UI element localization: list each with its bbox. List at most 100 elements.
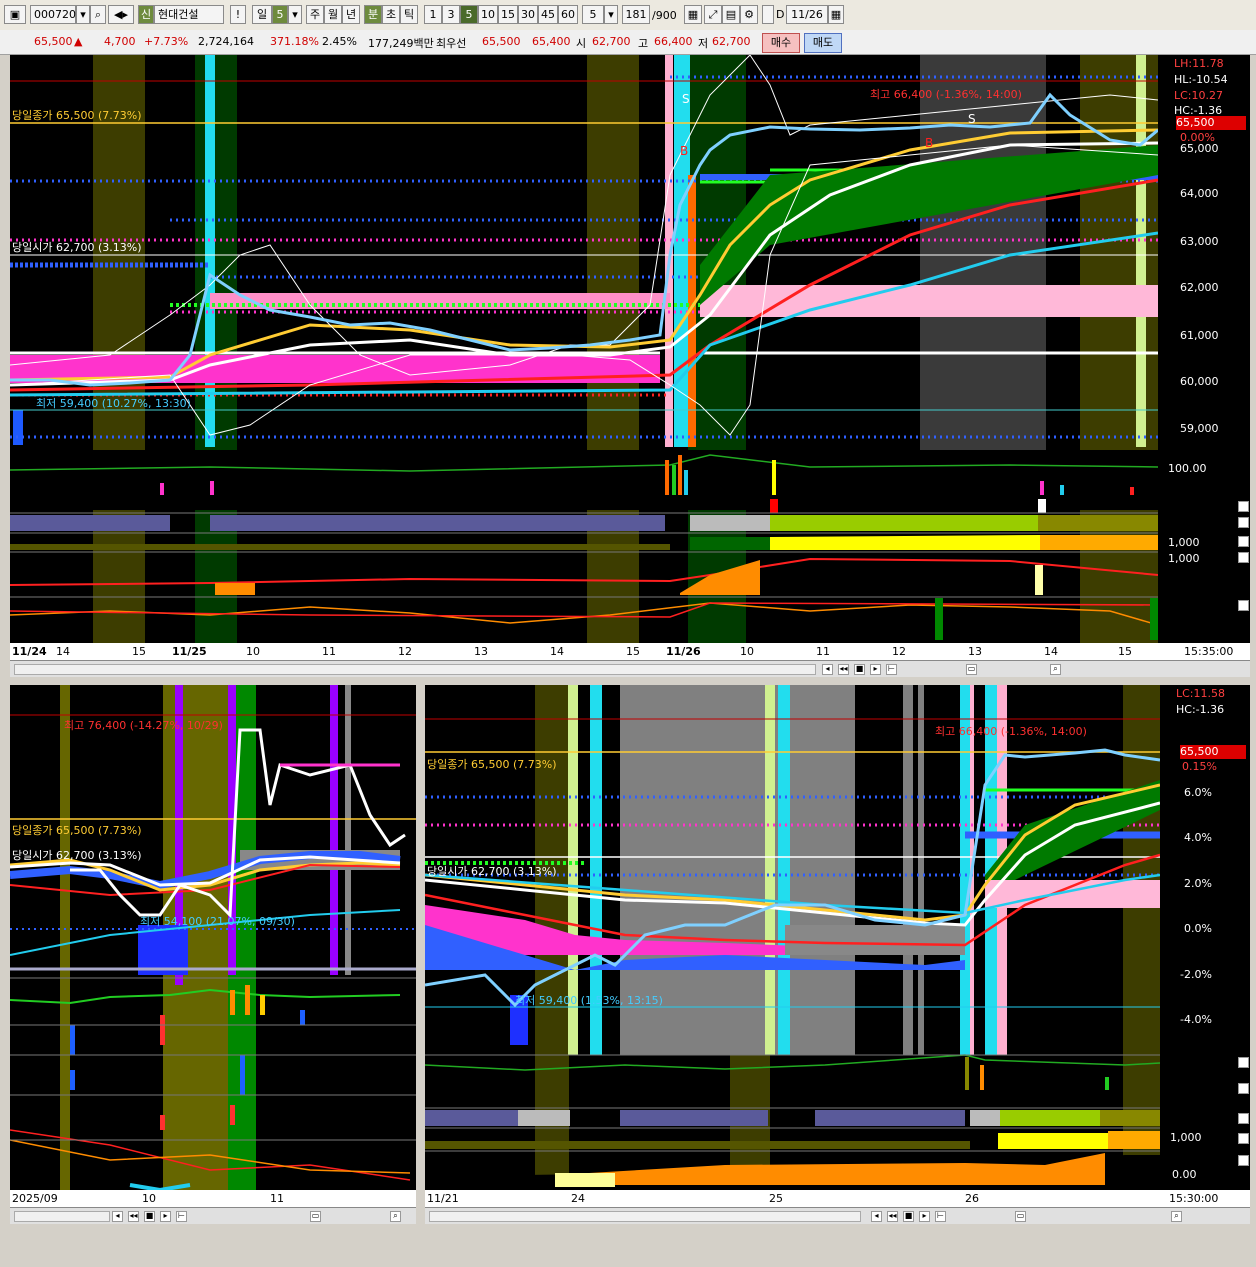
stop-icon[interactable]: ■	[144, 1211, 155, 1222]
close-pane-icon[interactable]: ×	[1238, 1155, 1249, 1166]
x-label: 25	[769, 1192, 783, 1205]
x-label: 11/26	[666, 645, 701, 658]
calendar-icon[interactable]: ▦	[828, 5, 844, 24]
tab-weekly[interactable]: 주	[306, 5, 324, 24]
date-input[interactable]: 11/26	[786, 5, 828, 24]
close-pane-icon[interactable]: ×	[1238, 536, 1249, 547]
count-input[interactable]: 181	[622, 5, 650, 24]
gear-icon[interactable]: ⚙	[740, 5, 758, 24]
interval-1[interactable]: 1	[424, 5, 442, 24]
intraday-scrollbar[interactable]	[429, 1211, 861, 1222]
info-lc: LC:10.27	[1174, 89, 1224, 102]
daily-chart[interactable]: 최고 76,400 (-14.27%, 10/29) 당일종가 65,500 (…	[10, 685, 416, 1190]
sub-tick: 1,000	[1170, 1131, 1202, 1144]
rewind-icon[interactable]: ◂◂	[128, 1211, 139, 1222]
save-icon[interactable]: ▤	[722, 5, 740, 24]
draw-icon[interactable]: ⤢	[704, 5, 722, 24]
daily-scrollbar[interactable]	[14, 1211, 110, 1222]
turnover: 2.45%	[322, 35, 357, 48]
zoom-slider[interactable]: ⊢	[935, 1211, 946, 1222]
scroll-left-icon[interactable]: ◂	[112, 1211, 123, 1222]
layout-icon[interactable]: ▭	[1015, 1211, 1026, 1222]
daily-time-axis: 2025/09 10 11	[10, 1190, 416, 1207]
close-pane-icon[interactable]: ×	[1238, 1083, 1249, 1094]
search-icon[interactable]: ⌕	[90, 5, 106, 24]
main-price-axis: LH:11.78 HL:-10.54 LC:10.27 HC:-1.36 65,…	[1158, 55, 1250, 643]
high-label: 고	[638, 37, 649, 50]
low-label: 저	[698, 37, 709, 50]
interval-3[interactable]: 3	[442, 5, 460, 24]
interval-15[interactable]: 15	[498, 5, 518, 24]
close-pane-icon[interactable]: ×	[1238, 1113, 1249, 1124]
x-label: 2025/09	[12, 1192, 58, 1205]
zoom-icon[interactable]: ⌕	[1171, 1211, 1182, 1222]
close-pane-icon[interactable]: ×	[1238, 552, 1249, 563]
interval-30[interactable]: 30	[518, 5, 538, 24]
main-chart[interactable]: B S B S 당일종가 65,500 (7.73%) 당일시가 62,700 …	[10, 55, 1158, 643]
close-pane-icon[interactable]: ×	[1238, 501, 1249, 512]
svg-text:S: S	[968, 112, 976, 126]
play-icon[interactable]: ▸	[919, 1211, 930, 1222]
window-icon[interactable]: ▣	[4, 5, 26, 24]
rewind-icon[interactable]: ◂◂	[887, 1211, 898, 1222]
layout-icon[interactable]: ▭	[966, 664, 977, 675]
period-dropdown-icon[interactable]: ▾	[288, 5, 302, 24]
info-hc: HC:-1.36	[1176, 703, 1225, 716]
main-low-label: 최저 59,400 (10.27%, 13:30)	[36, 397, 191, 410]
stock-code-input[interactable]: 000720	[30, 5, 76, 24]
bid-price: 65,400	[532, 35, 571, 48]
volume-ratio: 371.18%	[270, 35, 319, 48]
close-pane-icon[interactable]: ×	[1238, 1133, 1249, 1144]
zoom-slider[interactable]: ⊢	[886, 664, 897, 675]
stock-name-field[interactable]: 현대건설	[154, 5, 224, 24]
tab-yearly[interactable]: 년	[342, 5, 360, 24]
interval-10[interactable]: 10	[478, 5, 498, 24]
grid-icon[interactable]: ▦	[684, 5, 702, 24]
zoom-slider[interactable]: ⊢	[176, 1211, 187, 1222]
tab-second[interactable]: 초	[382, 5, 400, 24]
interval-45[interactable]: 45	[538, 5, 558, 24]
scroll-left-icon[interactable]: ◂	[871, 1211, 882, 1222]
layout-icon[interactable]: ▭	[310, 1211, 321, 1222]
sell-button[interactable]: 매도	[804, 33, 842, 53]
zoom-icon[interactable]: ⌕	[1050, 664, 1061, 675]
intraday-chart[interactable]: 최고 66,400 (-1.36%, 14:00) 당일종가 65,500 (7…	[425, 685, 1160, 1190]
y-tick-62000: 62,000	[1180, 281, 1219, 294]
date-checkbox[interactable]	[762, 5, 774, 24]
stop-icon[interactable]: ■	[854, 664, 865, 675]
interval-60[interactable]: 60	[558, 5, 578, 24]
tab-tick[interactable]: 틱	[400, 5, 418, 24]
period-count[interactable]: 5	[272, 5, 288, 24]
interval-dropdown-icon[interactable]: ▾	[604, 5, 618, 24]
main-scrollbar[interactable]	[14, 664, 816, 675]
x-label: 14	[550, 645, 564, 658]
ask-price: 65,500	[482, 35, 521, 48]
x-label: 13	[968, 645, 982, 658]
tab-monthly[interactable]: 월	[324, 5, 342, 24]
tab-minute[interactable]: 분	[364, 5, 382, 24]
interval-select[interactable]: 5	[582, 5, 604, 24]
buy-button[interactable]: 매수	[762, 33, 800, 53]
intraday-high-label: 최고 66,400 (-1.36%, 14:00)	[935, 725, 1087, 738]
main-close-label: 당일종가 65,500 (7.73%)	[12, 109, 142, 122]
rewind-icon[interactable]: ◂◂	[838, 664, 849, 675]
zoom-icon[interactable]: ⌕	[390, 1211, 401, 1222]
price-change: 4,700	[104, 35, 136, 48]
alert-button[interactable]: !	[230, 5, 246, 24]
play-icon[interactable]: ▸	[160, 1211, 171, 1222]
trade-amount: 177,249백만	[368, 37, 434, 50]
scroll-left-icon[interactable]: ◂	[822, 664, 833, 675]
close-pane-icon[interactable]: ×	[1238, 600, 1249, 611]
close-pane-icon[interactable]: ×	[1238, 1057, 1249, 1068]
stop-icon[interactable]: ■	[903, 1211, 914, 1222]
close-pane-icon[interactable]: ×	[1238, 517, 1249, 528]
x-label: 24	[571, 1192, 585, 1205]
interval-5[interactable]: 5	[460, 5, 478, 24]
open-label: 시	[576, 37, 587, 50]
history-icon[interactable]: ◀▸	[108, 5, 134, 24]
sub-tick: 0.00	[1172, 1168, 1197, 1181]
credit-badge: 신	[138, 5, 154, 24]
play-icon[interactable]: ▸	[870, 664, 881, 675]
tab-daily[interactable]: 일	[252, 5, 272, 24]
code-dropdown-icon[interactable]: ▾	[76, 5, 90, 24]
